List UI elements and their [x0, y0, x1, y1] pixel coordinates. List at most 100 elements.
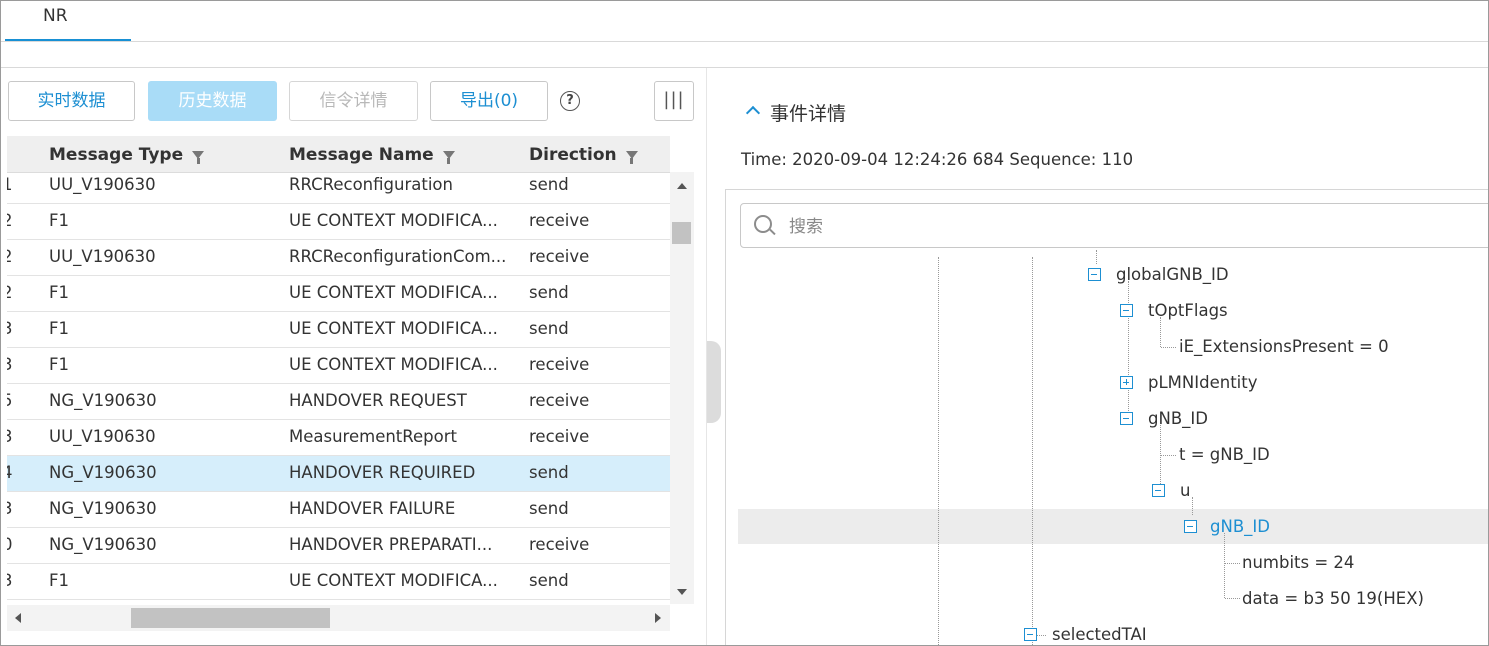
header-direction[interactable]: Direction [529, 145, 638, 165]
cell-message-type: F1 [49, 211, 69, 230]
table-body: 1 UU_V190630 RRCReconfiguration send 2 F1 UE C… [7, 173, 670, 633]
cell-message-name: RRCReconfiguration [289, 175, 453, 194]
table-row[interactable]: 3 F1 UE CONTEXT MODIFICA... send [7, 564, 670, 600]
tree-node-gnb-id-selected[interactable]: gNB_ID [1210, 517, 1270, 536]
header-message-type[interactable]: Message Type [49, 145, 205, 165]
tree-search-box[interactable] [740, 203, 1488, 248]
filter-icon[interactable] [625, 151, 638, 164]
cell-index: 1 [7, 175, 12, 194]
tab-nr[interactable]: NR [5, 1, 131, 41]
tree-node-numbits[interactable]: numbits = 24 [1242, 553, 1354, 572]
cell-message-type: UU_V190630 [49, 175, 156, 194]
collapse-icon[interactable] [1088, 268, 1101, 281]
cell-index: 3 [7, 571, 12, 590]
cell-message-type: UU_V190630 [49, 247, 156, 266]
cell-direction: receive [529, 427, 590, 446]
cell-index: 4 [7, 463, 12, 482]
cell-index: 3 [7, 499, 12, 518]
selected-tree-node-row[interactable] [738, 509, 1488, 544]
cell-direction: receive [529, 211, 590, 230]
cell-message-name: HANDOVER REQUEST [289, 391, 467, 410]
filter-icon[interactable] [192, 151, 205, 164]
signal-details-button[interactable]: 信令详情 [289, 81, 418, 121]
tree-node-ie-extensionspresent[interactable]: iE_ExtensionsPresent = 0 [1179, 337, 1389, 356]
cell-message-type: UU_V190630 [49, 427, 156, 446]
cell-direction: receive [529, 355, 590, 374]
export-button[interactable]: 导出(0) [430, 81, 548, 121]
cell-message-type: NG_V190630 [49, 463, 157, 482]
vertical-scrollbar[interactable] [670, 172, 694, 604]
tree-node-u[interactable]: u [1180, 481, 1190, 500]
cell-direction: send [529, 499, 569, 518]
message-list-panel: 实时数据 历史数据 信令详情 导出(0) ? ||| 1 UU_V190630 RR… [1, 68, 707, 645]
table-row[interactable]: 4 NG_V190630 HANDOVER REQUIRED send [7, 456, 670, 492]
collapse-icon[interactable] [1120, 412, 1133, 425]
table-row[interactable]: 1 UU_V190630 RRCReconfiguration send [7, 173, 670, 204]
tab-bar: NR [1, 1, 1488, 42]
tree-node-t[interactable]: t = gNB_ID [1179, 445, 1270, 464]
header-message-name[interactable]: Message Name [289, 145, 455, 165]
tree-guide [1225, 598, 1240, 599]
expand-icon[interactable] [1120, 376, 1133, 389]
app-window: NR 实时数据 历史数据 信令详情 导出(0) ? ||| 1 UU_V19063… [0, 0, 1489, 646]
cell-message-name: UE CONTEXT MODIFICA... [289, 319, 498, 338]
tree-node-toptflags[interactable]: tOptFlags [1148, 301, 1228, 320]
cell-direction: send [529, 571, 569, 590]
tree-node-gnb-id[interactable]: gNB_ID [1148, 409, 1208, 428]
help-icon[interactable]: ? [560, 91, 580, 111]
table-row[interactable]: 3 UU_V190630 MeasurementReport receive [7, 420, 670, 456]
table-row[interactable]: 3 NG_V190630 HANDOVER FAILURE send [7, 492, 670, 528]
tree-guide [1225, 563, 1240, 564]
collapse-icon[interactable] [1120, 304, 1133, 317]
table-row[interactable]: 3 F1 UE CONTEXT MODIFICA... receive [7, 348, 670, 384]
tree-guide [1032, 257, 1033, 645]
table-row[interactable]: 2 F1 UE CONTEXT MODIFICA... send [7, 276, 670, 312]
cell-message-type: NG_V190630 [49, 499, 157, 518]
cell-message-name: HANDOVER PREPARATI... [289, 535, 493, 554]
tree-node-plmnidentity[interactable]: pLMNIdentity [1148, 373, 1257, 392]
cell-index: 3 [7, 355, 12, 374]
horizontal-scroll-thumb[interactable] [131, 608, 330, 628]
realtime-data-button[interactable]: 实时数据 [8, 81, 135, 121]
event-tree: globalGNB_ID tOptFlags iE_ExtensionsPres… [726, 190, 1488, 645]
tree-guide [1161, 347, 1176, 348]
cell-message-name: MeasurementReport [289, 427, 457, 446]
cell-message-type: F1 [49, 571, 69, 590]
collapse-icon[interactable] [1152, 484, 1165, 497]
history-data-button[interactable]: 历史数据 [148, 81, 277, 121]
filter-icon[interactable] [442, 151, 455, 164]
tree-node-selectedtai[interactable]: selectedTAI [1052, 625, 1147, 644]
scroll-right-icon[interactable] [655, 613, 661, 623]
cell-message-type: F1 [49, 319, 69, 338]
tree-guide [1096, 250, 1097, 264]
header-message-type-label: Message Type [49, 145, 184, 165]
collapse-icon[interactable] [1024, 628, 1037, 641]
toolbar-strip [1, 42, 1488, 68]
tab-nr-label: NR [43, 6, 68, 26]
cell-index: 2 [7, 211, 12, 230]
cell-index: 5 [7, 391, 12, 410]
collapse-icon[interactable] [1184, 520, 1197, 533]
cell-message-type: NG_V190630 [49, 535, 157, 554]
header-message-name-label: Message Name [289, 145, 434, 165]
vertical-scroll-thumb[interactable] [672, 222, 691, 244]
tree-search-input[interactable] [787, 213, 1391, 241]
cell-index: 3 [7, 427, 12, 446]
scroll-up-icon[interactable] [677, 183, 687, 189]
chevron-up-icon[interactable] [745, 105, 761, 121]
table-row[interactable]: 2 F1 UE CONTEXT MODIFICA... receive [7, 204, 670, 240]
scroll-left-icon[interactable] [15, 613, 21, 623]
column-settings-button[interactable]: ||| [654, 81, 694, 121]
table-row[interactable]: 2 UU_V190630 RRCReconfigurationCom... recei… [7, 240, 670, 276]
tree-guide [938, 257, 939, 645]
cell-message-type: NG_V190630 [49, 391, 157, 410]
table-row[interactable]: 3 F1 UE CONTEXT MODIFICA... send [7, 312, 670, 348]
cell-index: 2 [7, 247, 12, 266]
table-row[interactable]: 5 NG_V190630 HANDOVER REQUEST receive [7, 384, 670, 420]
table-row[interactable]: 0 NG_V190630 HANDOVER PREPARATI... receive [7, 528, 670, 564]
tree-node-data[interactable]: data = b3 50 19(HEX) [1242, 589, 1424, 608]
scroll-down-icon[interactable] [677, 589, 687, 595]
tree-node-globalgnb-id[interactable]: globalGNB_ID [1116, 265, 1229, 284]
event-details-panel: 事件详情 Time: 2020-09-04 12:24:26 684 Seque… [707, 68, 1488, 645]
horizontal-scrollbar[interactable] [7, 605, 670, 631]
